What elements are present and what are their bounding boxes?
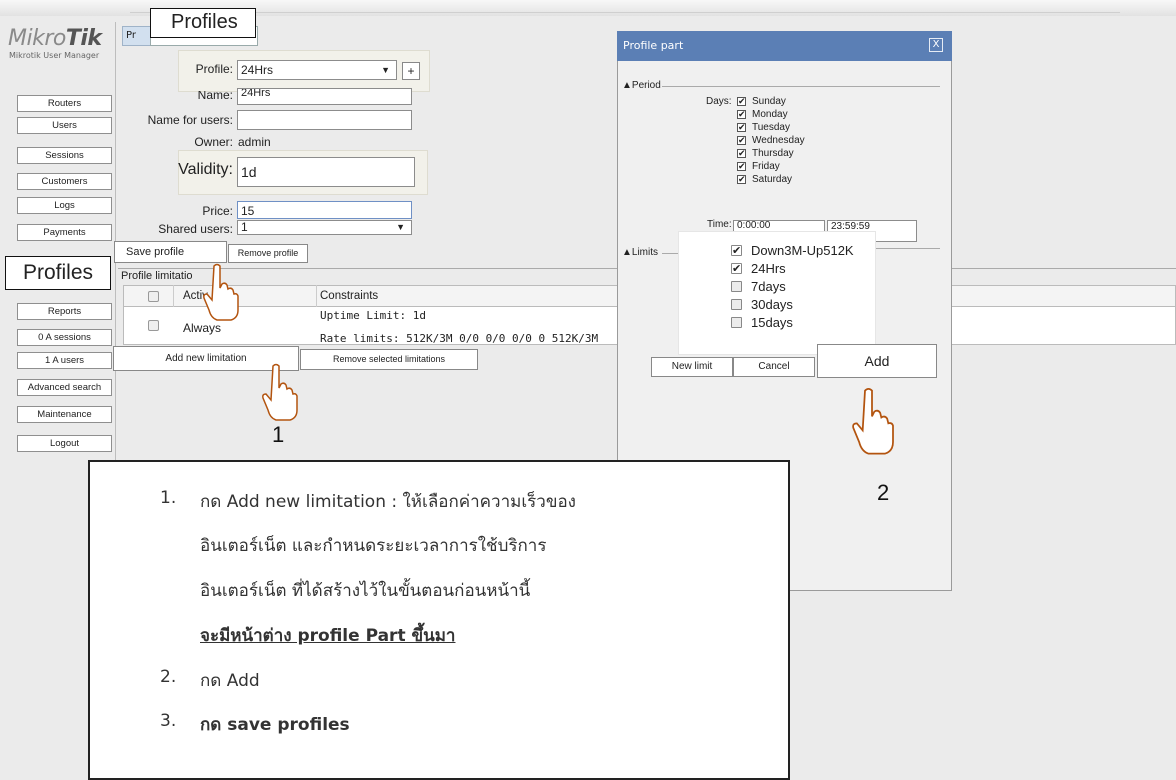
time-label: Time:: [707, 219, 732, 230]
row-checkbox[interactable]: [148, 320, 159, 331]
limit-checkbox[interactable]: [731, 281, 742, 292]
sidebar-item-users[interactable]: Users: [17, 117, 112, 134]
note-line: กด save profiles: [200, 715, 350, 735]
name-label: Name:: [197, 91, 233, 102]
limit-label: 15days: [751, 315, 793, 330]
step-marker-1: 1: [272, 422, 285, 447]
day-checkbox[interactable]: ✔: [737, 136, 746, 146]
name-field[interactable]: 24Hrs: [237, 88, 412, 105]
chevron-down-icon: ▼: [396, 222, 405, 232]
select-all-checkbox[interactable]: [148, 291, 159, 302]
note-number: 1.: [160, 488, 177, 508]
logo-subtitle: Mikrotik User Manager: [9, 51, 100, 60]
limits-section-label[interactable]: ▲Limits: [622, 247, 658, 258]
remove-limitations-button[interactable]: Remove selected limitations: [300, 349, 478, 370]
note-line: กด Add: [200, 671, 260, 691]
price-field[interactable]: 15: [237, 201, 412, 219]
sidebar-item-payments[interactable]: Payments: [17, 224, 112, 241]
day-label: Thursday: [752, 148, 794, 159]
day-checkbox[interactable]: ✔: [737, 97, 746, 107]
sidebar-item-reports[interactable]: Reports: [17, 303, 112, 320]
tab-profiles[interactable]: Pr: [122, 26, 152, 46]
limit-label: Down3M-Up512K: [751, 243, 854, 258]
limits-rule: [662, 253, 678, 254]
period-section-label[interactable]: ▲Period: [622, 80, 661, 91]
shared-users-select[interactable]: 1 ▼: [237, 220, 412, 235]
sidebar-item-sessions[interactable]: Sessions: [17, 147, 112, 164]
limit-checkbox[interactable]: ✔: [731, 263, 742, 274]
hand-pointer-icon: [203, 263, 239, 321]
period-rule: [662, 86, 940, 87]
callout-profiles-top: Profiles: [150, 8, 256, 38]
top-divider: [130, 12, 1120, 13]
mikrotik-logo: MikroTik: [8, 26, 102, 51]
close-icon[interactable]: X: [929, 38, 943, 52]
limit-checkbox[interactable]: [731, 299, 742, 310]
add-button[interactable]: Add: [817, 344, 937, 378]
profile-select[interactable]: 24Hrs ▼: [237, 60, 397, 80]
row-uptime: Uptime Limit: 1d: [320, 309, 426, 322]
price-label: Price:: [202, 204, 233, 218]
limit-label: 24Hrs: [751, 261, 786, 276]
owner-label: Owner:: [194, 135, 233, 149]
day-label: Sunday: [752, 96, 786, 107]
note-line: จะมีหน้าต่าง profile Part ขึ้นมา: [200, 626, 456, 646]
sidebar-item-maintenance[interactable]: Maintenance: [17, 406, 112, 423]
day-label: Monday: [752, 109, 788, 120]
day-checkbox[interactable]: ✔: [737, 123, 746, 133]
day-label: Wednesday: [752, 135, 805, 146]
col-constraints: Constraints: [320, 290, 379, 302]
day-checkbox[interactable]: ✔: [737, 175, 746, 185]
validity-field[interactable]: 1d: [237, 157, 415, 187]
owner-value: admin: [238, 135, 271, 149]
sidebar-item-logout[interactable]: Logout: [17, 435, 112, 452]
callout-profiles-left: Profiles: [5, 256, 111, 290]
note-line: อินเตอร์เน็ต และกำหนดระยะเวลาการใช้บริกา…: [200, 536, 547, 556]
name-for-users-field[interactable]: [237, 110, 412, 130]
step-marker-2: 2: [877, 480, 890, 505]
note-line: อินเตอร์เน็ต ที่ได้สร้างไว้ในขั้นตอนก่อน…: [200, 581, 531, 601]
limit-label: 7days: [751, 279, 786, 294]
note-line: กด Add new limitation : ให้เลือกค่าความเ…: [200, 492, 576, 512]
sidebar-item-logs[interactable]: Logs: [17, 197, 112, 214]
sidebar-item-customers[interactable]: Customers: [17, 173, 112, 190]
dialog-title: Profile part: [617, 31, 952, 61]
hand-pointer-icon: [852, 388, 894, 455]
note-number: 3.: [160, 711, 177, 731]
validity-label: Validity:: [178, 161, 233, 178]
sidebar-item-routers[interactable]: Routers: [17, 95, 112, 112]
days-label: Days:: [706, 96, 732, 107]
cancel-button[interactable]: Cancel: [733, 357, 815, 377]
new-limit-button[interactable]: New limit: [651, 357, 733, 377]
hand-pointer-icon: [262, 363, 298, 421]
sidebar-item-1-a-users[interactable]: 1 A users: [17, 352, 112, 369]
chevron-down-icon: ▼: [381, 65, 390, 75]
name-for-users-label: Name for users:: [147, 113, 233, 127]
sidebar-item-0-a-sessions[interactable]: 0 A sessions: [17, 329, 112, 346]
limit-checkbox[interactable]: ✔: [731, 245, 742, 256]
add-profile-button[interactable]: +: [402, 62, 420, 80]
limit-label: 30days: [751, 297, 793, 312]
day-label: Tuesday: [752, 122, 790, 133]
note-number: 2.: [160, 667, 177, 687]
day-checkbox[interactable]: ✔: [737, 162, 746, 172]
limits-rule: [876, 248, 940, 249]
row-rate: Rate limits: 512K/3M 0/0 0/0 0/0 0 512K/…: [320, 332, 599, 345]
day-label: Friday: [752, 161, 780, 172]
day-checkbox[interactable]: ✔: [737, 110, 746, 120]
row-active: Always: [183, 321, 222, 335]
limit-checkbox[interactable]: [731, 317, 742, 328]
day-checkbox[interactable]: ✔: [737, 149, 746, 159]
day-label: Saturday: [752, 174, 793, 185]
shared-users-label: Shared users:: [158, 224, 233, 234]
save-profile-button[interactable]: Save profile: [114, 241, 227, 263]
limitations-title: Profile limitatio: [121, 270, 193, 282]
sidebar-item-advanced-search[interactable]: Advanced search: [17, 379, 112, 396]
remove-profile-button[interactable]: Remove profile: [228, 244, 308, 263]
profile-label: Profile:: [195, 62, 233, 76]
